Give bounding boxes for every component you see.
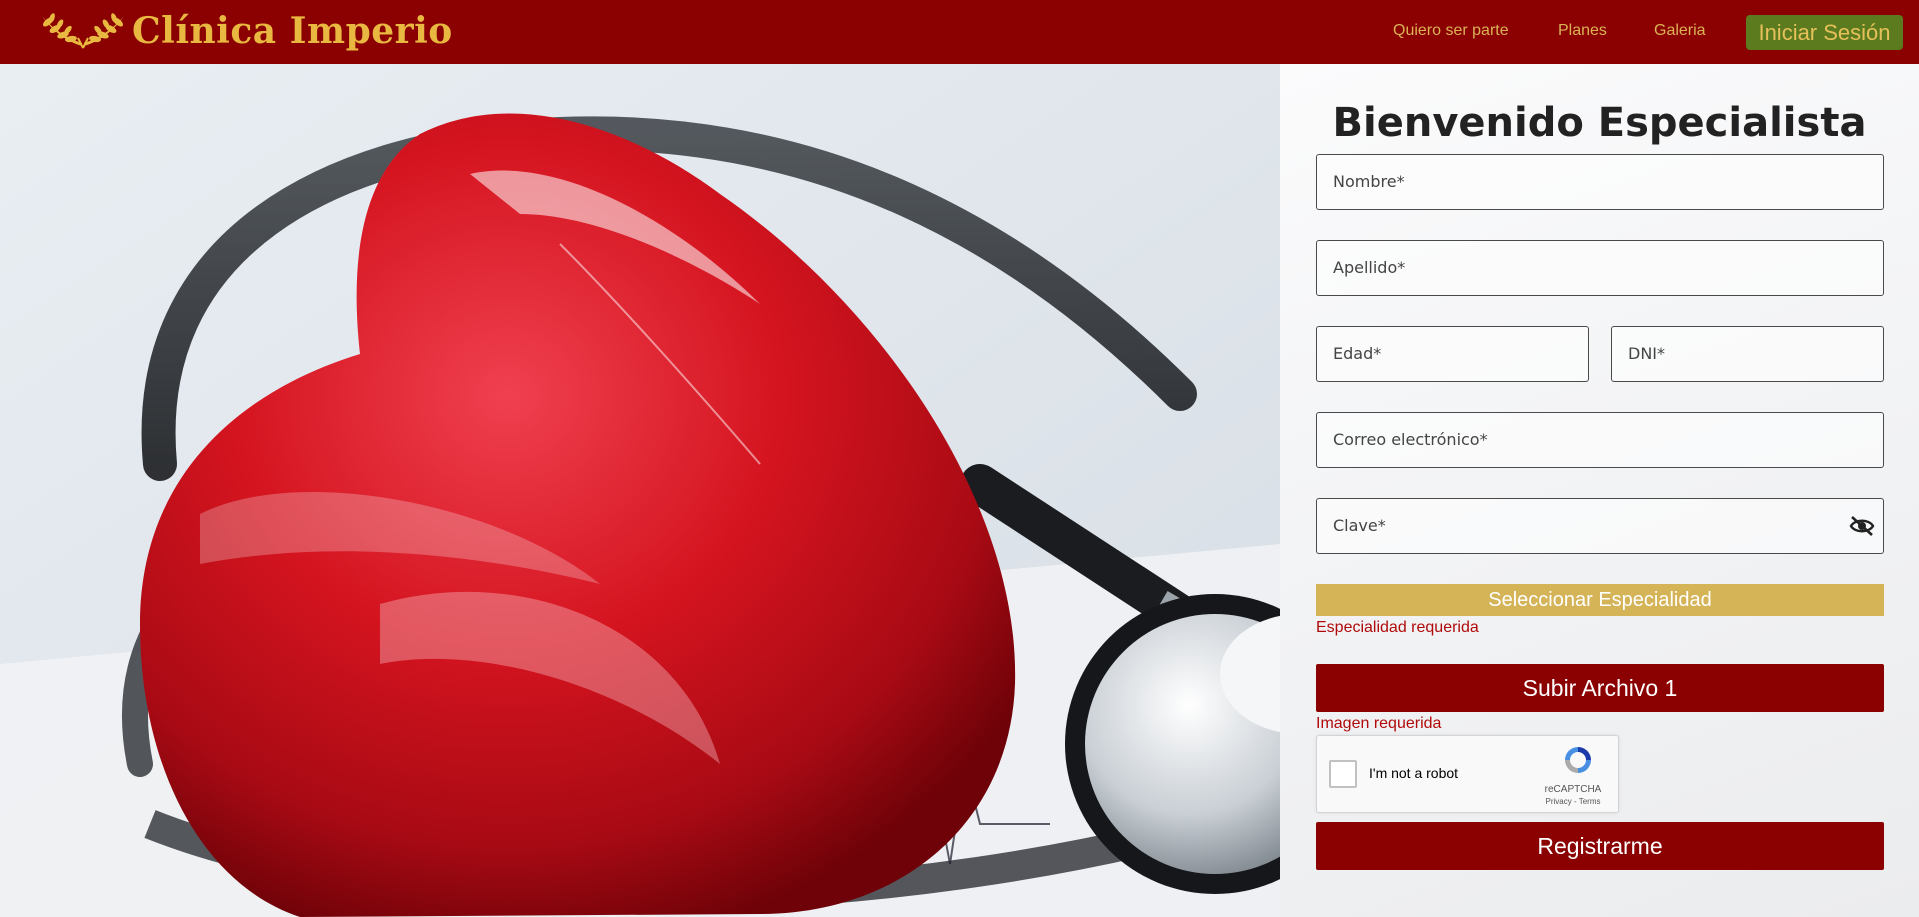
nav-link-quiero-ser-parte[interactable]: Quiero ser parte: [1393, 22, 1509, 40]
clave-label: Clave*: [1333, 516, 1386, 535]
nav-link-galeria[interactable]: Galeria: [1654, 22, 1706, 40]
correo-field[interactable]: Correo electrónico*: [1316, 412, 1884, 468]
apellido-label: Apellido*: [1333, 258, 1406, 277]
brand-name: Clínica Imperio: [132, 10, 453, 52]
edad-field[interactable]: Edad*: [1316, 326, 1589, 382]
captcha-brand: reCAPTCHA: [1544, 784, 1602, 795]
clave-field[interactable]: Clave*: [1316, 498, 1884, 554]
page-title: Bienvenido Especialista: [1332, 100, 1867, 146]
select-specialty-button[interactable]: Seleccionar Especialidad: [1316, 584, 1884, 616]
eye-off-icon[interactable]: [1849, 515, 1875, 541]
upload-file-button[interactable]: Subir Archivo 1: [1316, 664, 1884, 712]
captcha-checkbox[interactable]: [1329, 760, 1357, 788]
login-button[interactable]: Iniciar Sesión: [1746, 15, 1903, 50]
dni-field[interactable]: DNI*: [1611, 326, 1884, 382]
specialty-error: Especialidad requerida: [1316, 619, 1479, 636]
nav-link-planes[interactable]: Planes: [1558, 22, 1607, 40]
captcha-links[interactable]: Privacy - Terms: [1538, 797, 1608, 806]
edad-label: Edad*: [1333, 344, 1382, 363]
register-panel: Bienvenido Especialista Nombre* Apellido…: [1280, 64, 1919, 917]
recaptcha-widget: I'm not a robot reCAPTCHA Privacy - Term…: [1316, 735, 1619, 813]
nombre-label: Nombre*: [1333, 172, 1405, 191]
laurel-wreath-icon: [42, 13, 124, 49]
heart-stethoscope-illustration: [0, 64, 1280, 917]
brand[interactable]: Clínica Imperio: [38, 8, 453, 54]
apellido-field[interactable]: Apellido*: [1316, 240, 1884, 296]
dni-label: DNI*: [1628, 344, 1666, 363]
captcha-label: I'm not a robot: [1369, 765, 1459, 781]
navbar: Clínica Imperio Quiero ser parte Planes …: [0, 0, 1919, 64]
nombre-field[interactable]: Nombre*: [1316, 154, 1884, 210]
register-button[interactable]: Registrarme: [1316, 822, 1884, 870]
hero-image: [0, 64, 1280, 917]
correo-label: Correo electrónico*: [1333, 430, 1488, 449]
recaptcha-logo-icon: [1562, 744, 1594, 780]
upload-error: Imagen requerida: [1316, 715, 1442, 732]
